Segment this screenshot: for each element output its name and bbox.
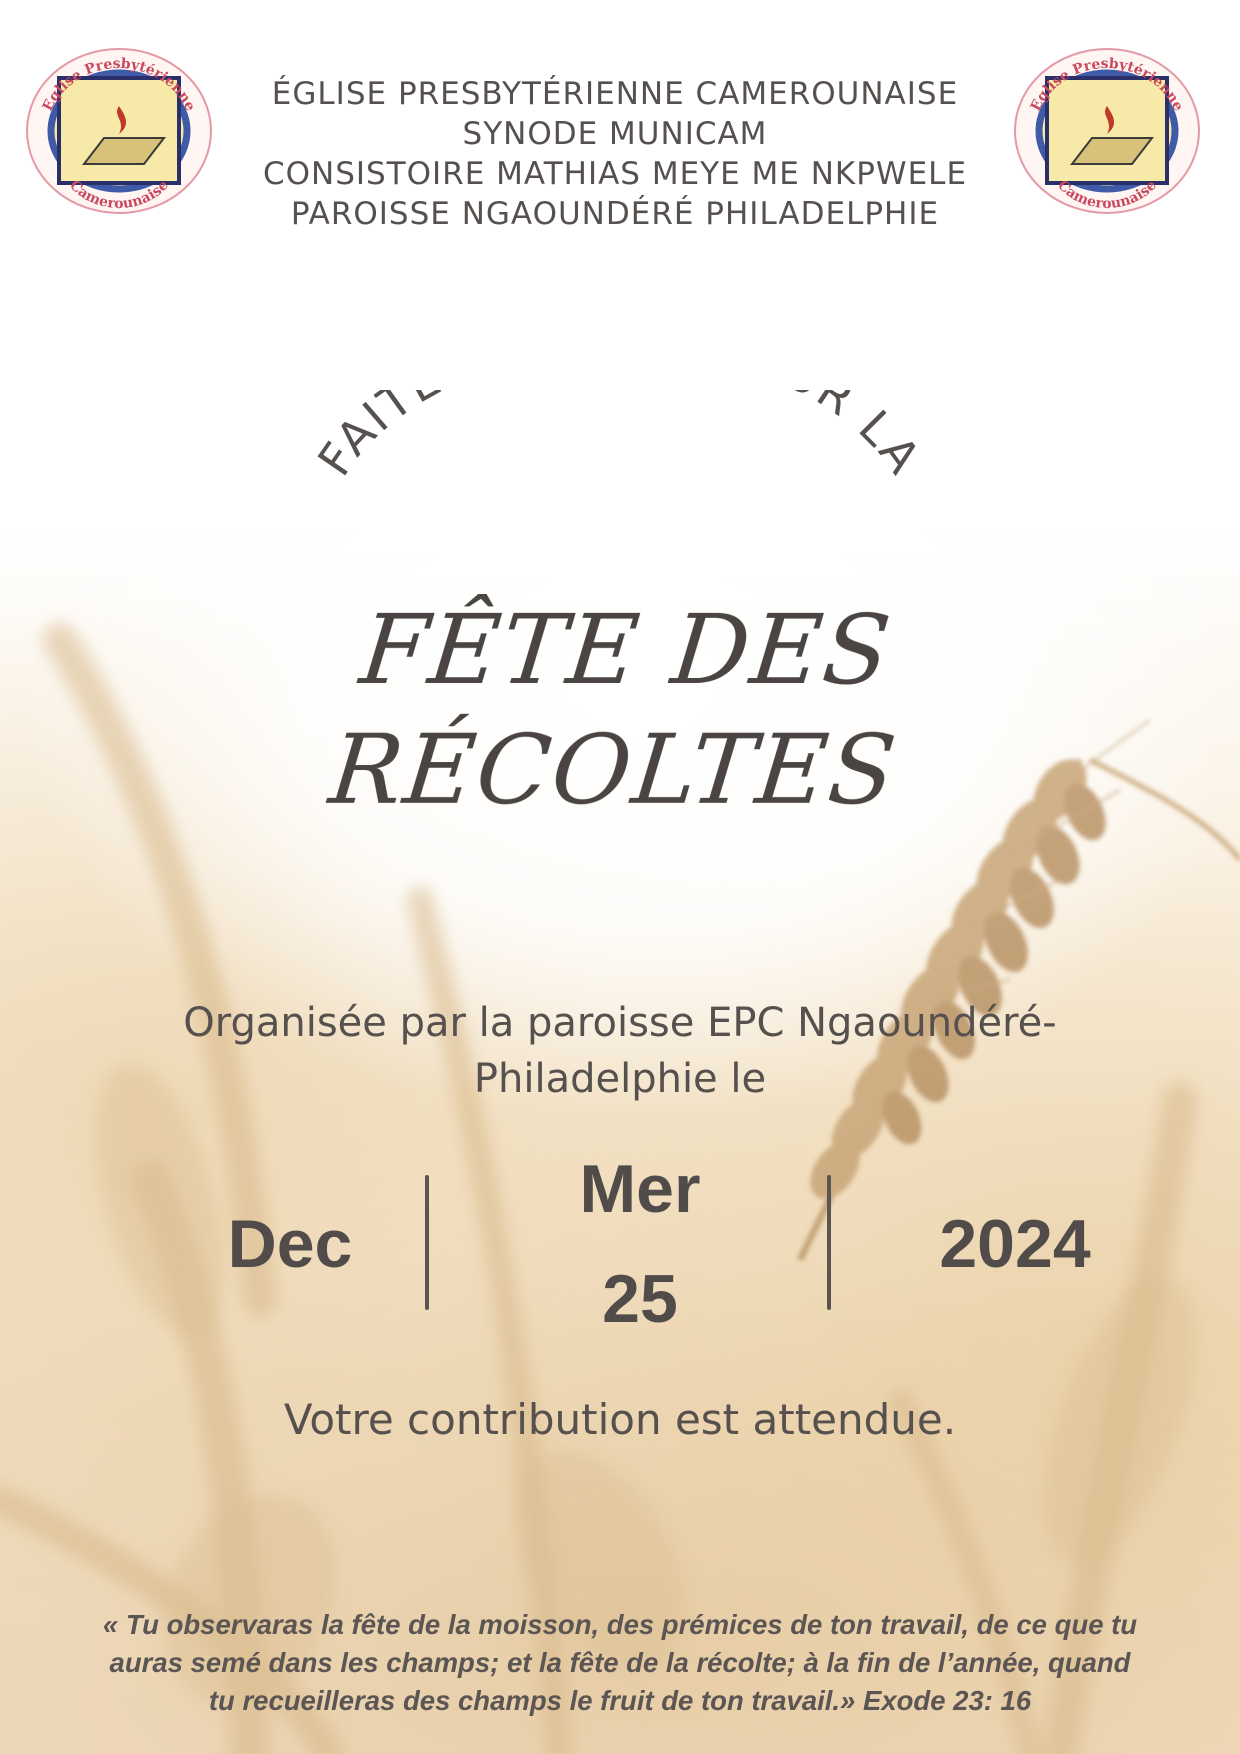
date-separator (827, 1175, 831, 1310)
contribution-text: Votre contribution est attendue. (283, 1395, 957, 1444)
header-line-consistory: CONSISTOIRE MATHIAS MEYE ME NKPWELE (262, 156, 968, 192)
header-line-synod: SYNODE MUNICAM (462, 116, 768, 152)
organizer-line-2: Philadelphie le (473, 1056, 767, 1102)
church-logo-left: Eglise Presbytérienne Camerounaise (24, 46, 214, 216)
church-logo-right: Eglise Presbytérienne Camerounaise (1012, 46, 1202, 216)
header-line-parish: PAROISSE NGAOUNDÉRÉ PHILADELPHIE (290, 196, 940, 232)
wheat-ear-illustration (0, 623, 1240, 1754)
date-month: Dec (227, 1206, 353, 1282)
event-date: Dec Mer 25 2024 (0, 1150, 1240, 1340)
header-line-church: ÉGLISE PRESBYTÉRIENNE CAMEROUNAISE (271, 76, 959, 112)
organizer-text: Organisée par la paroisse EPC Ngaoundéré… (100, 995, 1140, 1107)
date-separator (425, 1175, 429, 1310)
organizer-line-1: Organisée par la paroisse EPC Ngaoundéré… (183, 1000, 1057, 1046)
verse-line-1: « Tu observaras la fête de la moisson, d… (102, 1609, 1138, 1640)
event-title-line-1: FÊTE DES (355, 594, 898, 706)
date-weekday: Mer (579, 1151, 701, 1227)
event-title-line-2: RÉCOLTES (324, 714, 903, 826)
event-title: FÊTE DES RÉCOLTES (287, 590, 952, 830)
svg-text:FAITES UN DON POUR LA: FAITES UN DON POUR LA (307, 390, 932, 485)
wheat-background (0, 0, 1240, 1754)
verse-line-2: auras semé dans les champs; et la fête d… (109, 1647, 1131, 1678)
donation-arc-heading: FAITES UN DON POUR LA (307, 390, 932, 485)
date-year: 2024 (939, 1206, 1091, 1282)
verse-line-3: tu recueilleras des champs le fruit de t… (208, 1685, 1032, 1716)
bible-verse: « Tu observaras la fête de la moisson, d… (50, 1606, 1190, 1720)
church-header: ÉGLISE PRESBYTÉRIENNE CAMEROUNAISE SYNOD… (230, 74, 1000, 234)
date-day: 25 (602, 1261, 678, 1337)
